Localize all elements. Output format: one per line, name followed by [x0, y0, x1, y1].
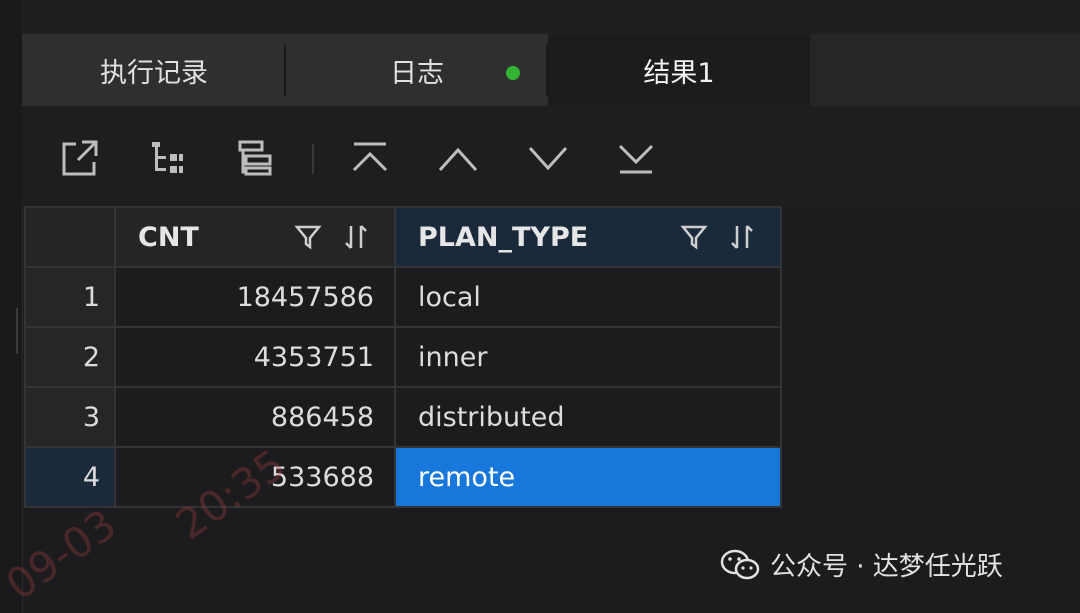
last-icon	[618, 144, 654, 174]
toolbar-divider	[312, 144, 314, 174]
row-number[interactable]: 2	[24, 326, 116, 388]
result-tabs: 执行记录 日志 结果1	[22, 34, 1080, 106]
tab-result-1[interactable]: 结果1	[548, 34, 810, 106]
status-dot-icon	[506, 66, 520, 80]
column-header-label: CNT	[138, 221, 199, 253]
export-button[interactable]	[58, 136, 102, 180]
splitter-handle[interactable]	[16, 308, 18, 354]
result-grid: CNT PLAN_TYPE 1 18457586 local 2 4353751…	[24, 206, 782, 508]
row-number[interactable]: 4	[24, 446, 116, 508]
next-row-button[interactable]	[526, 136, 570, 180]
result-toolbar	[22, 106, 1080, 206]
row-number[interactable]: 1	[24, 266, 116, 328]
row-layout-button[interactable]	[234, 136, 278, 180]
cell-plan-type-selected[interactable]: remote	[394, 446, 782, 508]
wechat-icon	[720, 549, 760, 579]
up-icon	[438, 147, 478, 172]
row-number[interactable]: 3	[24, 386, 116, 448]
column-header-plan-type[interactable]: PLAN_TYPE	[394, 206, 782, 268]
row-header-corner[interactable]	[24, 206, 116, 268]
column-header-cnt[interactable]: CNT	[114, 206, 396, 268]
left-gutter	[0, 0, 23, 613]
top-bar	[22, 0, 1080, 34]
cell-plan-type[interactable]: inner	[394, 326, 782, 388]
cell-plan-type[interactable]: distributed	[394, 386, 782, 448]
table-row-selected[interactable]: 4 533688 remote	[24, 446, 782, 508]
first-icon	[352, 142, 388, 172]
tree-expand-button[interactable]	[146, 136, 190, 180]
cell-cnt[interactable]: 4353751	[114, 326, 396, 388]
cell-cnt[interactable]: 886458	[114, 386, 396, 448]
filter-icon[interactable]	[294, 223, 322, 251]
table-row[interactable]: 1 18457586 local	[24, 266, 782, 328]
previous-row-button[interactable]	[436, 136, 480, 180]
tab-execution-history[interactable]: 执行记录	[22, 34, 286, 106]
watermark-text: 公众号 · 达梦任光跃	[770, 552, 1003, 582]
sort-icon[interactable]	[728, 223, 756, 251]
table-row[interactable]: 3 886458 distributed	[24, 386, 782, 448]
export-icon	[62, 140, 98, 176]
cell-cnt[interactable]: 18457586	[114, 266, 396, 328]
down-icon	[528, 146, 568, 171]
sort-icon[interactable]	[342, 223, 370, 251]
tree-expand-icon	[152, 142, 183, 173]
last-row-button[interactable]	[614, 136, 658, 180]
wechat-watermark: 公众号 · 达梦任光跃	[720, 546, 1003, 583]
column-header-label: PLAN_TYPE	[418, 221, 589, 253]
first-row-button[interactable]	[348, 136, 392, 180]
tab-label: 结果1	[643, 57, 715, 89]
header-row: CNT PLAN_TYPE	[24, 206, 782, 268]
table-row[interactable]: 2 4353751 inner	[24, 326, 782, 388]
cell-plan-type[interactable]: local	[394, 266, 782, 328]
filter-icon[interactable]	[680, 223, 708, 251]
tab-label: 执行记录	[100, 57, 208, 89]
tab-label: 日志	[390, 57, 444, 89]
row-layout-icon	[238, 140, 272, 176]
